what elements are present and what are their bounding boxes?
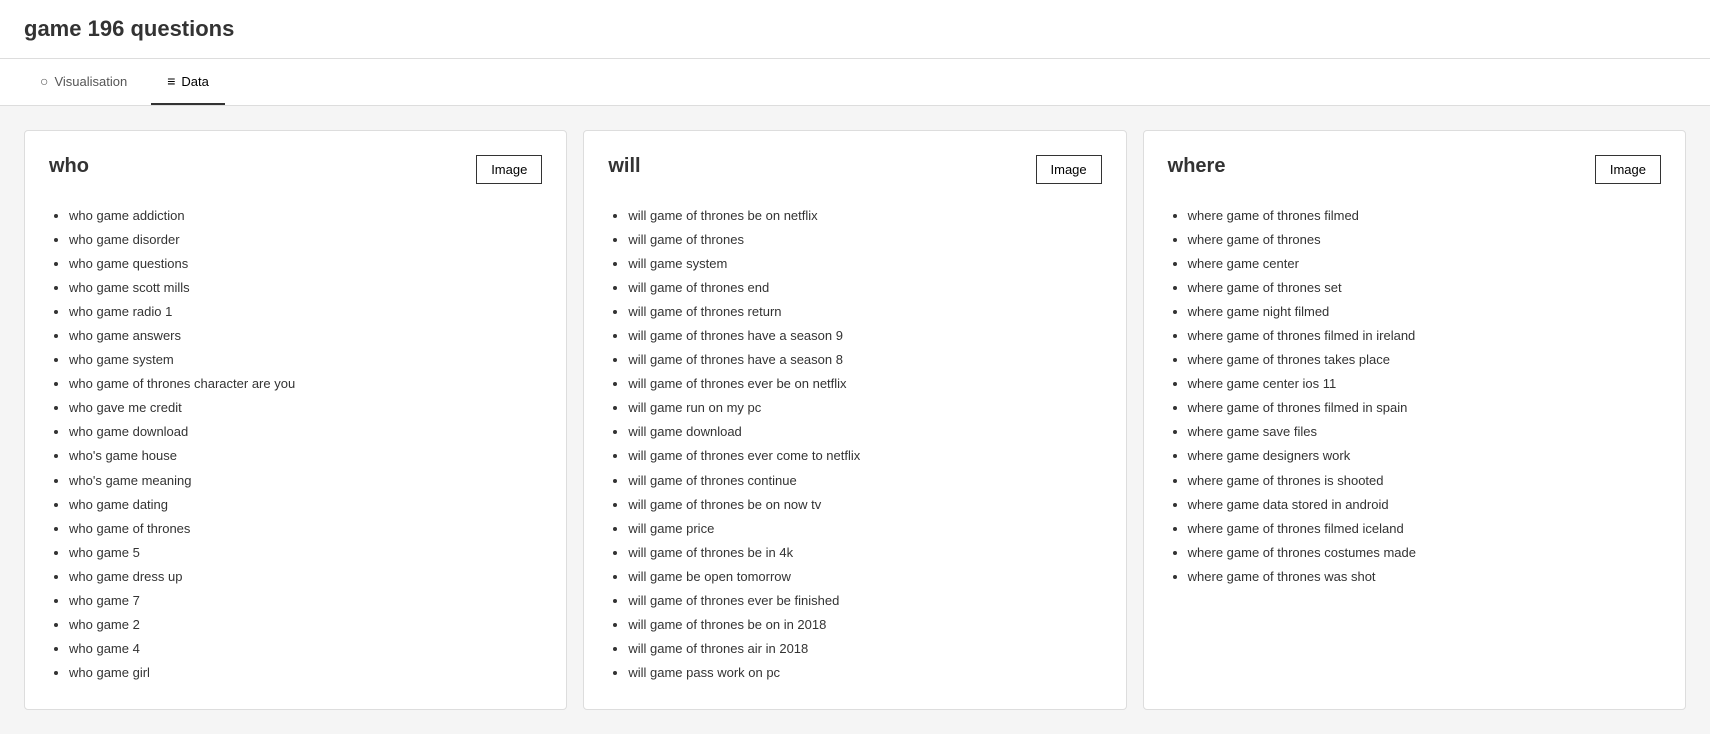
card-will-header: will Image	[608, 155, 1101, 184]
list-item: who game girl	[69, 661, 542, 685]
list-item: who's game meaning	[69, 469, 542, 493]
list-item: will game of thrones end	[628, 276, 1101, 300]
list-item: will game of thrones return	[628, 300, 1101, 324]
count-suffix: questions	[130, 16, 234, 41]
card-will-image-button[interactable]: Image	[1036, 155, 1102, 184]
list-item: where game night filmed	[1188, 300, 1661, 324]
list-item: who game addiction	[69, 204, 542, 228]
list-item: who game dress up	[69, 565, 542, 589]
list-item: where game data stored in android	[1188, 493, 1661, 517]
list-item: who game download	[69, 420, 542, 444]
card-who: who Image who game addictionwho game dis…	[24, 130, 567, 710]
list-item: will game of thrones be in 4k	[628, 541, 1101, 565]
list-item: where game of thrones filmed in spain	[1188, 396, 1661, 420]
card-where-title: where	[1168, 155, 1226, 178]
card-who-header: who Image	[49, 155, 542, 184]
list-item: will game of thrones ever be on netflix	[628, 372, 1101, 396]
list-item: who game 2	[69, 613, 542, 637]
list-item: will game of thrones be on netflix	[628, 204, 1101, 228]
list-item: who game system	[69, 348, 542, 372]
tab-data-label: Data	[181, 74, 208, 89]
list-item: who gave me credit	[69, 396, 542, 420]
page-header: game 196 questions	[0, 0, 1710, 59]
list-item: where game center	[1188, 252, 1661, 276]
list-item: who game of thrones	[69, 517, 542, 541]
list-item: where game of thrones takes place	[1188, 348, 1661, 372]
card-will-list: will game of thrones be on netflixwill g…	[608, 204, 1101, 685]
list-item: who game 5	[69, 541, 542, 565]
list-item: will game run on my pc	[628, 396, 1101, 420]
list-item: where game of thrones filmed	[1188, 204, 1661, 228]
list-item: where game designers work	[1188, 444, 1661, 468]
card-where-image-button[interactable]: Image	[1595, 155, 1661, 184]
visualisation-icon: ○	[40, 73, 48, 89]
tab-bar: ○ Visualisation ≡ Data	[0, 59, 1710, 106]
card-where: where Image where game of thrones filmed…	[1143, 130, 1686, 710]
card-will-title: will	[608, 155, 640, 178]
list-item: where game of thrones was shot	[1188, 565, 1661, 589]
list-item: where game center ios 11	[1188, 372, 1661, 396]
list-item: who game 7	[69, 589, 542, 613]
list-item: will game of thrones be on now tv	[628, 493, 1101, 517]
list-item: who game radio 1	[69, 300, 542, 324]
list-item: will game of thrones	[628, 228, 1101, 252]
list-item: who's game house	[69, 444, 542, 468]
list-item: where game of thrones	[1188, 228, 1661, 252]
data-icon: ≡	[167, 73, 175, 89]
list-item: where game of thrones filmed iceland	[1188, 517, 1661, 541]
tab-visualisation-label: Visualisation	[54, 74, 127, 89]
main-content: who Image who game addictionwho game dis…	[0, 106, 1710, 734]
list-item: will game of thrones continue	[628, 469, 1101, 493]
tab-visualisation[interactable]: ○ Visualisation	[24, 59, 143, 105]
list-item: where game of thrones is shooted	[1188, 469, 1661, 493]
list-item: where game of thrones filmed in ireland	[1188, 324, 1661, 348]
list-item: will game of thrones ever be finished	[628, 589, 1101, 613]
list-item: who game 4	[69, 637, 542, 661]
card-who-list: who game addictionwho game disorderwho g…	[49, 204, 542, 685]
list-item: will game system	[628, 252, 1101, 276]
list-item: will game price	[628, 517, 1101, 541]
list-item: will game of thrones have a season 8	[628, 348, 1101, 372]
list-item: where game of thrones set	[1188, 276, 1661, 300]
list-item: will game pass work on pc	[628, 661, 1101, 685]
list-item: will game of thrones ever come to netfli…	[628, 444, 1101, 468]
list-item: will game be open tomorrow	[628, 565, 1101, 589]
list-item: who game questions	[69, 252, 542, 276]
list-item: where game of thrones costumes made	[1188, 541, 1661, 565]
keyword-bold: game	[24, 16, 81, 41]
list-item: who game answers	[69, 324, 542, 348]
count-value: 196	[88, 16, 125, 41]
card-who-image-button[interactable]: Image	[476, 155, 542, 184]
list-item: who game disorder	[69, 228, 542, 252]
tab-data[interactable]: ≡ Data	[151, 59, 225, 105]
list-item: will game download	[628, 420, 1101, 444]
list-item: who game dating	[69, 493, 542, 517]
card-where-header: where Image	[1168, 155, 1661, 184]
list-item: who game of thrones character are you	[69, 372, 542, 396]
card-where-list: where game of thrones filmedwhere game o…	[1168, 204, 1661, 589]
list-item: where game save files	[1188, 420, 1661, 444]
card-who-title: who	[49, 155, 89, 178]
list-item: will game of thrones be on in 2018	[628, 613, 1101, 637]
list-item: who game scott mills	[69, 276, 542, 300]
list-item: will game of thrones have a season 9	[628, 324, 1101, 348]
list-item: will game of thrones air in 2018	[628, 637, 1101, 661]
card-will: will Image will game of thrones be on ne…	[583, 130, 1126, 710]
